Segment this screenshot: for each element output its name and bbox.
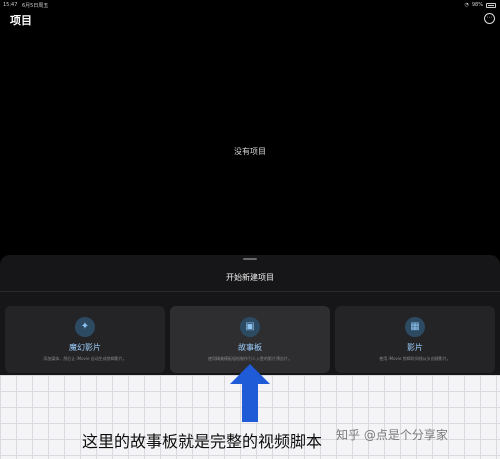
storyboard-card[interactable]: ▣ 故事板 使用精美模板轻松制作引人入胜的影片预告片。 — [170, 306, 330, 373]
storyboard-icon: ▣ — [240, 317, 260, 337]
status-date: 6月5日周五 — [22, 3, 49, 9]
pointer-arrow-shaft — [242, 376, 258, 422]
watermark-text: 知乎 @点是个分享家 — [336, 428, 448, 442]
page-title: 项目 — [10, 14, 32, 27]
status-right: ◔ 98% — [464, 2, 496, 8]
magic-movie-description: 添加媒体，然后让 iMovie 自动生成剪辑影片。 — [43, 356, 127, 361]
magic-movie-label: 魔幻影片 — [69, 343, 101, 352]
movie-label: 影片 — [407, 343, 423, 352]
new-project-sheet: 开始新建项目 ✦ 魔幻影片 添加媒体，然后让 iMovie 自动生成剪辑影片。 … — [0, 255, 500, 375]
movie-card[interactable]: ▦ 影片 使用 iMovie 剪辑时间线从头创建影片。 — [335, 306, 495, 373]
more-icon: ⋯ — [486, 14, 493, 21]
battery-percent: 98% — [471, 2, 483, 8]
status-bar: 15:47 6月5日周五 ◔ 98% — [0, 0, 500, 10]
annotation-caption: 这里的故事板就是完整的视频脚本 — [82, 432, 323, 451]
storyboard-label: 故事板 — [238, 343, 262, 352]
status-time: 15:47 — [3, 2, 18, 8]
empty-state-text: 没有项目 — [234, 147, 266, 156]
magic-movie-card[interactable]: ✦ 魔幻影片 添加媒体，然后让 iMovie 自动生成剪辑影片。 — [5, 306, 165, 373]
storyboard-description: 使用精美模板轻松制作引人入胜的影片预告片。 — [208, 356, 292, 361]
sheet-grabber[interactable] — [243, 258, 257, 260]
sheet-divider — [0, 291, 500, 292]
film-icon: ▦ — [405, 317, 425, 337]
magic-wand-icon: ✦ — [75, 317, 95, 337]
battery-icon — [486, 2, 496, 8]
sheet-title: 开始新建项目 — [226, 273, 274, 282]
movie-description: 使用 iMovie 剪辑时间线从头创建影片。 — [379, 356, 451, 361]
more-options-button[interactable]: ⋯ — [484, 13, 495, 24]
wifi-icon: ◔ — [464, 2, 469, 8]
